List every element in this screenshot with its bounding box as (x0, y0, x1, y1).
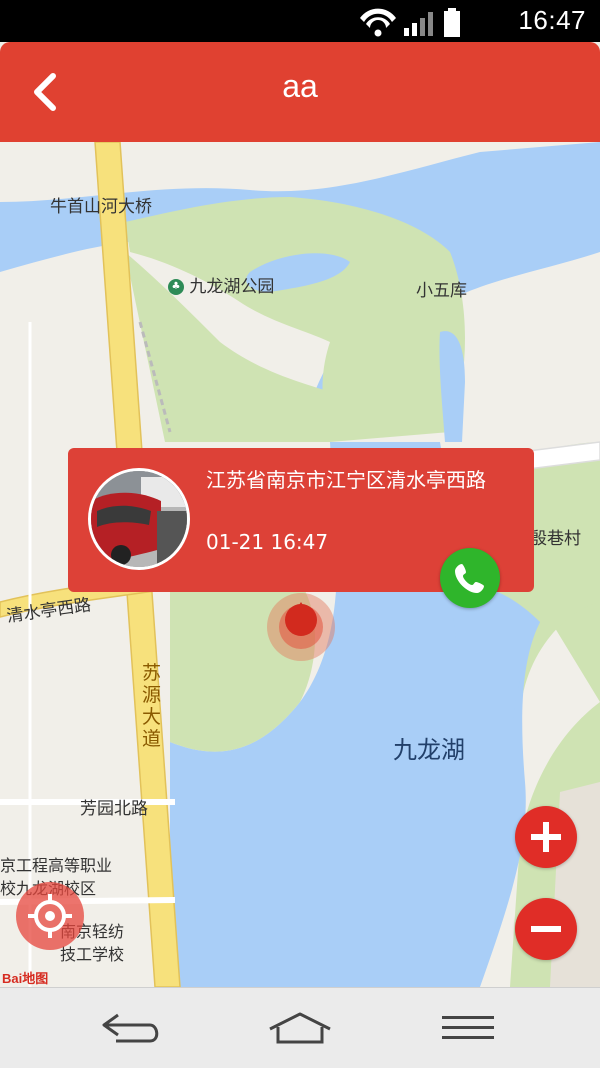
park-icon: ♣ (168, 279, 184, 295)
nav-home-button[interactable] (260, 1002, 340, 1054)
back-icon (102, 1013, 159, 1043)
nav-menu-button[interactable] (428, 1002, 508, 1054)
status-bar: 16:47 (0, 0, 600, 42)
map-label-bridge: 牛首山河大桥 (50, 197, 152, 217)
map-label-road-suyuan: 苏源大道 (142, 662, 162, 750)
map-label-village-right: 殷巷村 (530, 529, 581, 549)
crosshair-icon (28, 894, 72, 938)
map-label-school2-line2: 技工学校 (60, 945, 125, 964)
status-time: 16:47 (518, 5, 586, 35)
signal-icon (404, 12, 433, 36)
location-popup[interactable]: 江苏省南京市江宁区清水亭西路 01-21 16:47 (68, 448, 534, 608)
minus-icon (531, 926, 561, 932)
car-photo (91, 471, 187, 567)
call-button[interactable] (440, 548, 500, 608)
avatar (88, 468, 190, 570)
zoom-in-button[interactable] (515, 806, 577, 868)
location-marker[interactable] (266, 592, 336, 666)
phone-icon (455, 564, 484, 593)
battery-icon (444, 8, 460, 37)
map-label-village-small: 小五库 (416, 281, 467, 301)
map-label-lake: 九龙湖 (393, 736, 465, 764)
pin-icon (267, 593, 335, 661)
wifi-icon (360, 8, 396, 37)
park-label-text: 九龙湖公园 (189, 277, 275, 297)
map-view[interactable]: 牛首山河大桥 ♣ 九龙湖公园 小五库 殷巷村 清水亭西路 苏源大道 芳园北路 九… (0, 142, 600, 987)
home-icon (269, 1012, 331, 1044)
app-header: aa (0, 42, 600, 142)
popup-time: 01-21 16:47 (206, 530, 329, 554)
map-label-park: ♣ 九龙湖公园 (168, 272, 274, 297)
map-label-school1-line1: 南京工程高等职业 (0, 856, 113, 875)
map-label-road-fangyuan: 芳园北路 (80, 799, 148, 819)
plus-icon (531, 822, 561, 852)
zoom-out-button[interactable] (515, 898, 577, 960)
page-title: aa (282, 68, 318, 104)
popup-address: 江苏省南京市江宁区清水亭西路 (206, 468, 486, 492)
status-icons (358, 6, 498, 42)
map-logo: Bai地图 (2, 971, 49, 986)
locate-button[interactable] (16, 882, 84, 950)
menu-icon (442, 1016, 494, 1039)
nav-back-button[interactable] (92, 1002, 172, 1054)
system-nav-bar (0, 987, 600, 1068)
